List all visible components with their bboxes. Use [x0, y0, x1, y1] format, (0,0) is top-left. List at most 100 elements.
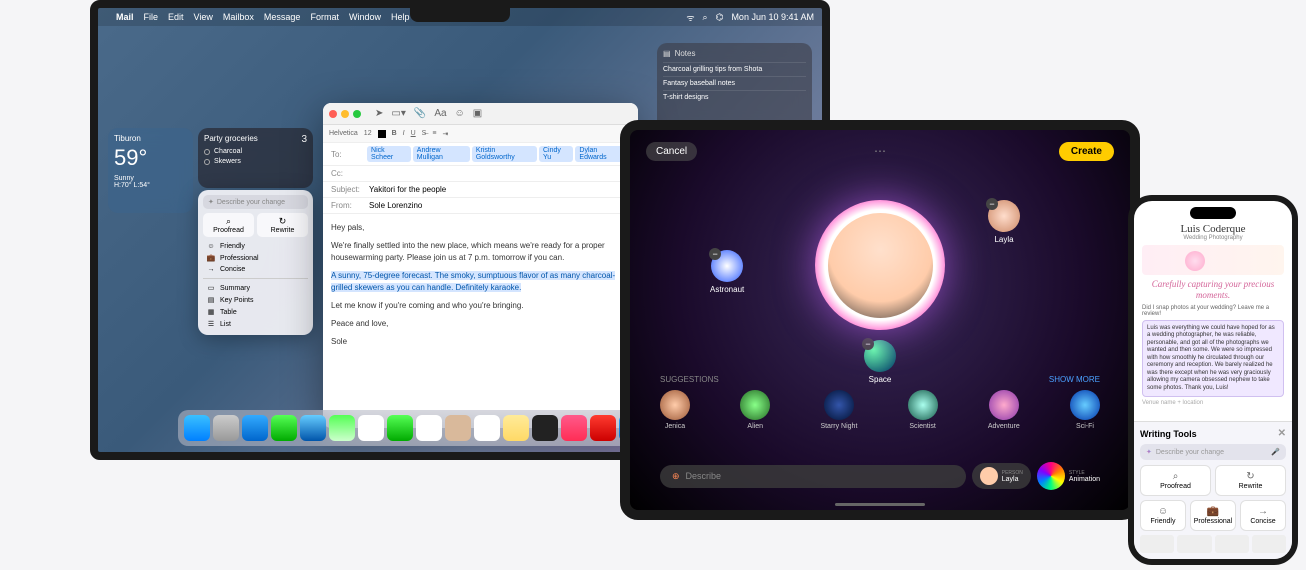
notes-icon[interactable] [503, 415, 529, 441]
close-button[interactable] [329, 110, 337, 118]
venue-field[interactable]: Venue name + location [1142, 400, 1284, 406]
recipient-pill[interactable]: Andrew Mulligan [413, 146, 470, 162]
friendly-button[interactable]: ☺Friendly [1140, 500, 1186, 531]
facetime-icon[interactable] [387, 415, 413, 441]
zoom-button[interactable] [353, 110, 361, 118]
table-option[interactable]: ▦Table [203, 306, 308, 318]
format-icon[interactable]: Aa [434, 108, 446, 119]
attach-icon[interactable]: 📎 [414, 108, 426, 119]
plus-icon[interactable]: ⊕ [672, 471, 680, 482]
recipient-pill[interactable]: Kristin Goldsworthy [472, 146, 537, 162]
concise-option[interactable]: →Concise [203, 264, 308, 275]
cancel-button[interactable]: Cancel [646, 142, 697, 161]
reminders-widget[interactable]: Party groceries 3 Charcoal Skewers [198, 128, 313, 188]
music-icon[interactable] [561, 415, 587, 441]
suggestion-scifi[interactable]: Sci-Fi [1070, 390, 1100, 430]
photos-icon[interactable] [358, 415, 384, 441]
clock[interactable]: Mon Jun 10 9:41 AM [731, 12, 814, 22]
control-center-icon[interactable]: ⌬ [716, 12, 724, 23]
list-option[interactable]: ☰List [203, 318, 308, 330]
menu-file[interactable]: File [144, 12, 159, 22]
header-icon[interactable]: ▭▾ [391, 108, 405, 119]
reminder-item[interactable]: Skewers [204, 158, 307, 165]
tv-icon[interactable] [532, 415, 558, 441]
mail-body[interactable]: Hey pals, We're finally settled into the… [323, 214, 638, 362]
summary-option[interactable]: ▭Summary [203, 282, 308, 294]
review-textarea[interactable]: Luis was everything we could have hoped … [1142, 320, 1284, 398]
wifi-icon[interactable]: ᯤ [686, 11, 694, 24]
suggestion-scientist[interactable]: Scientist [908, 390, 938, 430]
suggestion-adventure[interactable]: Adventure [988, 390, 1020, 430]
show-more-button[interactable]: SHOW MORE [1049, 375, 1100, 384]
menu-format[interactable]: Format [310, 12, 339, 22]
note-item[interactable]: Fantasy baseball notes [663, 76, 806, 90]
proofread-button[interactable]: ⌕Proofread [203, 213, 254, 237]
suggestion-alien[interactable]: Alien [740, 390, 770, 430]
font-select[interactable]: Helvetica [329, 130, 358, 137]
friendly-option[interactable]: ☺Friendly [203, 241, 308, 252]
menu-edit[interactable]: Edit [168, 12, 184, 22]
underline-button[interactable]: U [411, 130, 416, 137]
menu-help[interactable]: Help [391, 12, 410, 22]
note-item[interactable]: T-shirt designs [663, 90, 806, 104]
rewrite-button[interactable]: ↻Rewrite [1215, 465, 1286, 496]
describe-input[interactable]: ⊕ Describe [660, 465, 966, 488]
safari-icon[interactable] [242, 415, 268, 441]
emoji-icon[interactable]: ☺ [455, 108, 465, 119]
remove-icon[interactable]: − [862, 338, 874, 350]
describe-input[interactable]: ✦Describe your change [203, 195, 308, 209]
cc-field[interactable]: Cc: [323, 166, 638, 182]
contacts-icon[interactable] [445, 415, 471, 441]
generated-image[interactable] [815, 200, 945, 330]
close-icon[interactable]: ✕ [1278, 428, 1286, 439]
menu-message[interactable]: Message [264, 12, 301, 22]
suggestion-starry[interactable]: Starry Night [820, 390, 857, 430]
finder-icon[interactable] [184, 415, 210, 441]
person-selector[interactable]: PERSON Layla [972, 463, 1031, 489]
maps-icon[interactable] [329, 415, 355, 441]
mic-icon[interactable]: 🎤 [1271, 448, 1280, 456]
professional-button[interactable]: 💼Professional [1190, 500, 1236, 531]
strike-button[interactable]: S̶ [422, 130, 427, 137]
orbit-astronaut[interactable]: − Astronaut [710, 250, 744, 294]
size-select[interactable]: 12 [364, 130, 372, 137]
launchpad-icon[interactable] [213, 415, 239, 441]
color-swatch[interactable] [378, 130, 386, 138]
titlebar[interactable]: ➤ ▭▾ 📎 Aa ☺ ▣ [323, 103, 638, 125]
from-field[interactable]: From: Sole Lorenzino [323, 198, 638, 214]
rewrite-button[interactable]: ↻Rewrite [257, 213, 308, 237]
to-field[interactable]: To: Nick Scheer Andrew Mulligan Kristin … [323, 143, 638, 166]
align-button[interactable]: ≡ [432, 130, 436, 137]
checkbox-icon[interactable] [204, 149, 210, 155]
professional-option[interactable]: 💼Professional [203, 252, 308, 264]
remove-icon[interactable]: − [709, 248, 721, 260]
style-selector[interactable]: STYLE Animation [1037, 462, 1100, 490]
suggestion-jenica[interactable]: Jenica [660, 390, 690, 430]
menu-window[interactable]: Window [349, 12, 381, 22]
app-name[interactable]: Mail [116, 12, 134, 22]
template-thumb[interactable] [1215, 535, 1249, 553]
send-icon[interactable]: ➤ [375, 108, 383, 119]
recipient-pill[interactable]: Cindy Yu [539, 146, 573, 162]
menu-view[interactable]: View [194, 12, 213, 22]
subject-field[interactable]: Subject: Yakitori for the people [323, 182, 638, 198]
note-item[interactable]: Charcoal grilling tips from Shota [663, 62, 806, 76]
news-icon[interactable] [590, 415, 616, 441]
checkbox-icon[interactable] [204, 159, 210, 165]
minimize-button[interactable] [341, 110, 349, 118]
describe-input[interactable]: ✦ Describe your change 🎤 [1140, 444, 1286, 460]
photo-icon[interactable]: ▣ [473, 108, 482, 119]
orbit-layla[interactable]: − Layla [988, 200, 1020, 244]
template-thumb[interactable] [1177, 535, 1211, 553]
mail-icon[interactable] [300, 415, 326, 441]
weather-widget[interactable]: Tiburon 59° Sunny H:70° L:54° [108, 128, 193, 213]
keypoints-option[interactable]: ▤Key Points [203, 294, 308, 306]
template-thumb[interactable] [1140, 535, 1174, 553]
messages-icon[interactable] [271, 415, 297, 441]
home-indicator[interactable] [835, 503, 925, 506]
reminders-icon[interactable] [474, 415, 500, 441]
bold-button[interactable]: B [392, 130, 397, 137]
reminder-item[interactable]: Charcoal [204, 148, 307, 155]
recipient-pill[interactable]: Nick Scheer [367, 146, 411, 162]
remove-icon[interactable]: − [986, 198, 998, 210]
